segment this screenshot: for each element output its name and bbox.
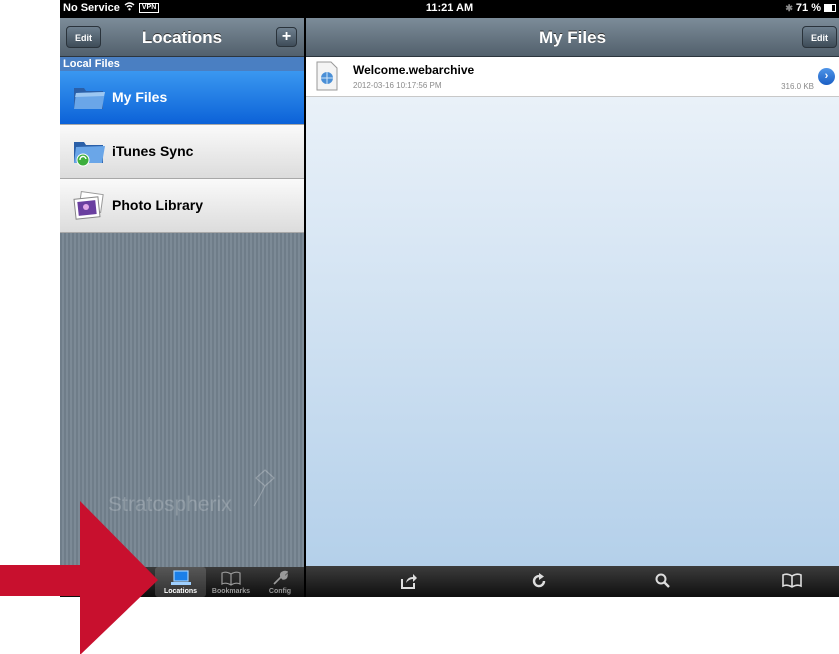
location-item-label: My Files	[112, 89, 168, 105]
tab-label: Bookmarks	[211, 588, 251, 595]
webarchive-file-icon	[316, 61, 338, 96]
location-item-label: Photo Library	[112, 197, 204, 213]
files-toolbar	[306, 566, 839, 597]
file-list: Welcome.webarchive 2012-03-16 10:17:56 P…	[306, 57, 839, 566]
file-disclosure-icon[interactable]: ›	[818, 68, 835, 85]
tab-label: Locations	[163, 588, 198, 595]
tab-bookmarks[interactable]: Bookmarks	[206, 567, 256, 597]
location-item-label: iTunes Sync	[112, 143, 194, 159]
kite-logo-icon	[253, 469, 275, 507]
bluetooth-icon: ✱	[785, 2, 793, 13]
laptop-icon	[170, 570, 192, 589]
book-icon	[221, 571, 241, 588]
file-row[interactable]: Welcome.webarchive 2012-03-16 10:17:56 P…	[306, 57, 839, 97]
ipad-screen: No Service VPN 11:21 AM ✱ 71 % Edit Loca…	[60, 0, 839, 597]
status-time: 11:21 AM	[425, 2, 474, 14]
files-pane: My Files Edit Welcome.webarchive 2012-03…	[306, 18, 839, 597]
tab-label: Config	[268, 588, 292, 595]
tab-label: ns	[99, 588, 108, 595]
section-header-local-files: Local Files	[60, 57, 304, 71]
files-navbar: My Files Edit	[306, 18, 839, 57]
stratospherix-watermark: Stratospherix	[108, 493, 232, 516]
wrench-icon	[272, 570, 289, 588]
bookmarks-icon[interactable]	[782, 572, 802, 595]
battery-percent: 71 %	[795, 2, 821, 14]
search-icon[interactable]	[654, 572, 672, 595]
tab-config[interactable]: Config	[256, 567, 304, 597]
locations-title: Locations	[141, 28, 223, 47]
refresh-icon[interactable]	[530, 572, 548, 595]
locations-pane: Edit Locations + Local Files My Files iT…	[60, 18, 304, 597]
battery-icon	[824, 4, 836, 12]
tab-locations[interactable]: Locations	[155, 567, 206, 597]
locations-navbar: Edit Locations +	[60, 18, 304, 57]
location-item-itunes-sync[interactable]: iTunes Sync	[60, 125, 304, 179]
tab-connections[interactable]: ns	[60, 567, 110, 597]
share-icon[interactable]	[400, 572, 418, 595]
file-size: 316.0 KB	[781, 82, 814, 91]
tab-bar: ns Locations Bookmarks Config	[60, 567, 304, 597]
location-item-my-files[interactable]: My Files	[60, 71, 304, 125]
file-date: 2012-03-16 10:17:56 PM	[353, 81, 442, 90]
location-item-photo-library[interactable]: Photo Library	[60, 179, 304, 233]
file-name: Welcome.webarchive	[353, 63, 475, 77]
add-location-button[interactable]: +	[276, 27, 297, 47]
status-bar: No Service VPN 11:21 AM ✱ 71 %	[60, 0, 839, 18]
files-title: My Files	[538, 28, 607, 47]
files-edit-button[interactable]: Edit	[802, 26, 837, 48]
